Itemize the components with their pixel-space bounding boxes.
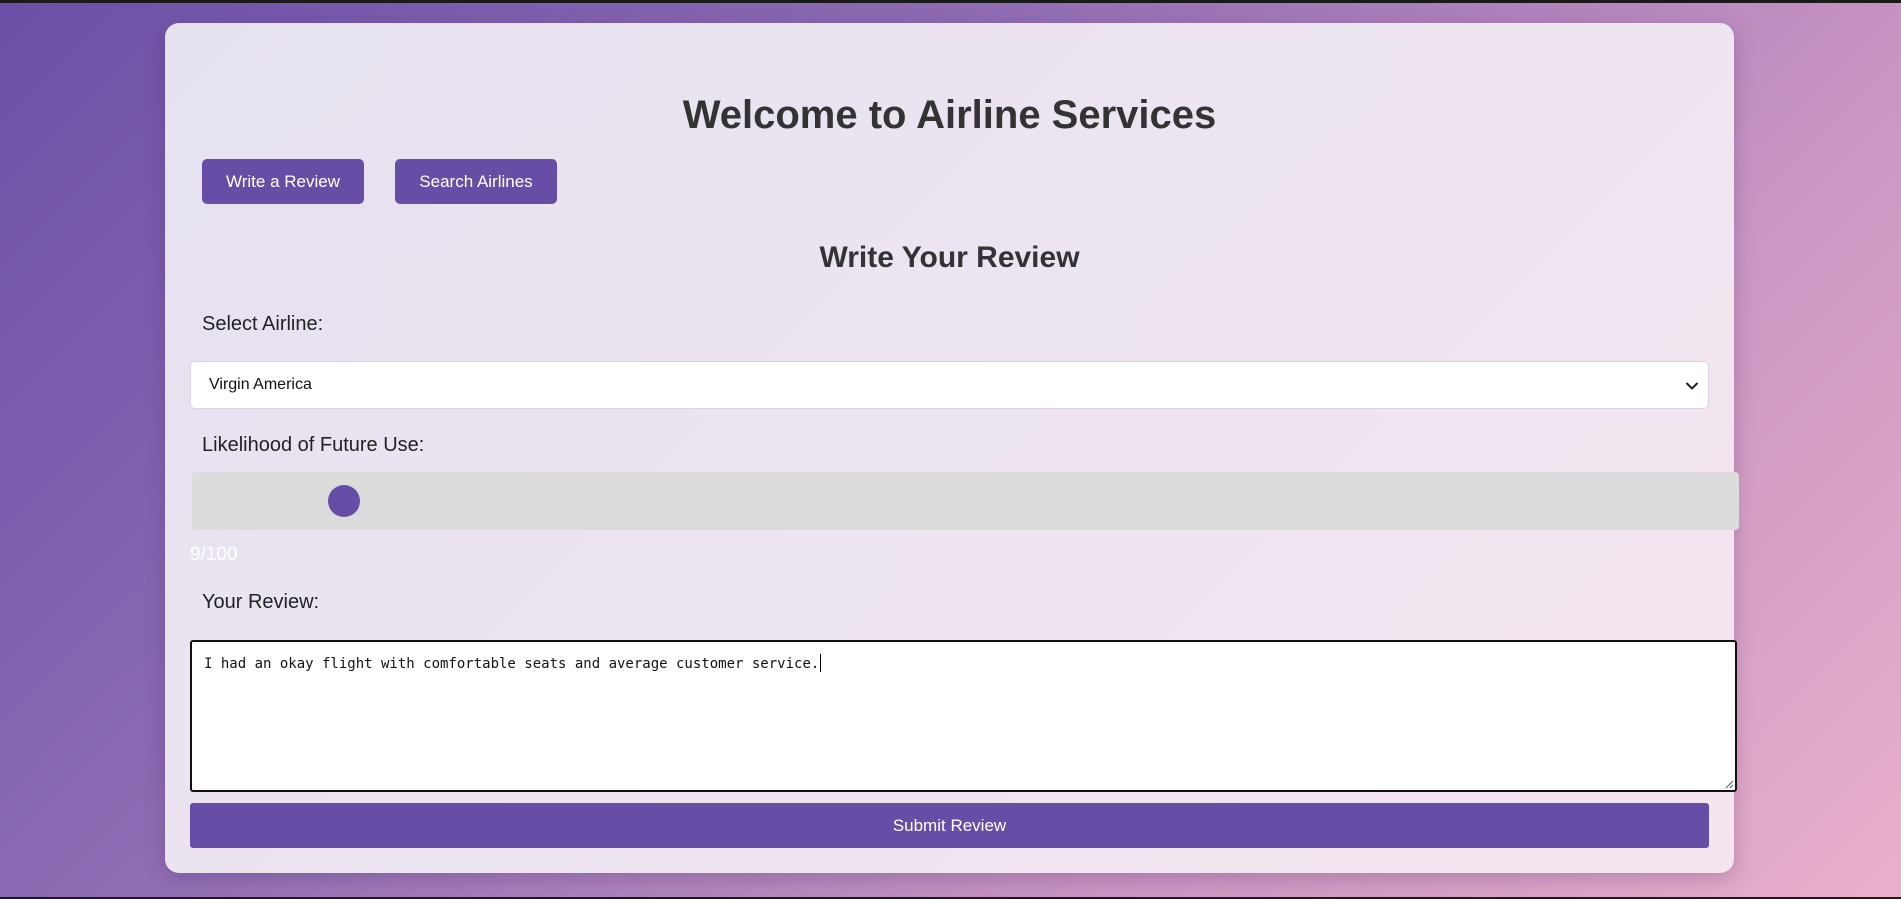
airline-select-value: Virgin America [209,376,312,393]
page-title: Welcome to Airline Services [682,93,1217,137]
review-textarea[interactable]: I had an okay flight with comfortable se… [190,640,1737,792]
review-text: I had an okay flight with comfortable se… [204,656,820,672]
likelihood-value: 9/100 [190,544,238,565]
search-airlines-button[interactable]: Search Airlines [395,159,557,204]
review-label: Your Review: [202,591,320,613]
likelihood-slider-thumb[interactable] [328,485,361,517]
main-card: Welcome to Airline Services Write a Revi… [165,23,1739,873]
review-textarea-content: I had an okay flight with comfortable se… [204,654,822,672]
write-review-button[interactable]: Write a Review [202,159,364,204]
likelihood-slider[interactable] [192,472,1739,530]
likelihood-label: Likelihood of Future Use: [202,434,425,456]
review-form-heading: Write Your Review [819,241,1080,274]
submit-review-button[interactable]: Submit Review [190,803,1709,848]
window-top-edge [0,0,1901,3]
resize-grip-icon[interactable] [1724,779,1734,789]
text-caret [820,654,822,672]
chevron-down-icon [1686,382,1698,390]
airline-label: Select Airline: [202,313,324,335]
airline-select[interactable]: Virgin America [190,361,1709,409]
